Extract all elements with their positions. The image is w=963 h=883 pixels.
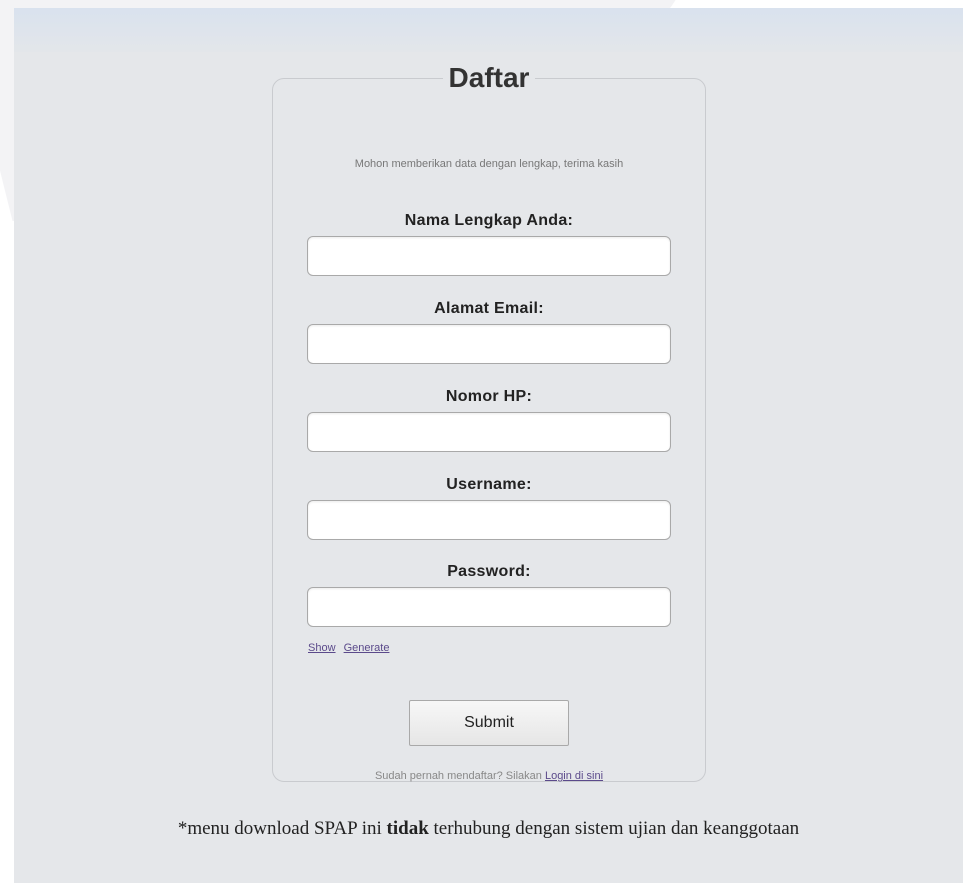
generate-password-link[interactable]: Generate xyxy=(344,642,390,654)
email-label: Alamat Email: xyxy=(434,300,544,317)
footnote-suffix: terhubung dengan sistem ujian dan keangg… xyxy=(433,818,800,839)
nama-input[interactable] xyxy=(307,236,671,276)
password-links: Show Generate xyxy=(308,642,394,654)
username-input[interactable] xyxy=(307,500,671,540)
footnote-emphasis: tidak xyxy=(386,818,429,839)
password-input[interactable] xyxy=(307,587,671,627)
nama-label: Nama Lengkap Anda: xyxy=(404,212,574,229)
page: Daftar Mohon memberikan data dengan leng… xyxy=(0,0,963,883)
password-label: Password: xyxy=(447,563,531,580)
show-password-link[interactable]: Show xyxy=(308,642,336,654)
email-input[interactable] xyxy=(307,324,671,364)
footnote: *menu download SPAP ini tidak terhubung … xyxy=(14,818,963,840)
panel-header-band xyxy=(14,8,963,52)
form-intro-text: Mohon memberikan data dengan lengkap, te… xyxy=(354,158,624,170)
footnote-prefix: *menu download SPAP ini xyxy=(177,818,382,839)
content-panel: Daftar Mohon memberikan data dengan leng… xyxy=(14,8,963,883)
login-prompt-text: Sudah pernah mendaftar? Silakan xyxy=(374,770,542,782)
username-label: Username: xyxy=(446,476,532,493)
submit-button[interactable]: Submit xyxy=(409,700,569,746)
nomor-hp-label: Nomor HP: xyxy=(445,388,533,405)
login-link[interactable]: Login di sini xyxy=(545,770,603,782)
nomor-hp-input[interactable] xyxy=(307,412,671,452)
registration-form: Daftar Mohon memberikan data dengan leng… xyxy=(272,62,706,782)
login-prompt: Sudah pernah mendaftar? Silakan Login di… xyxy=(273,770,705,782)
form-title: Daftar xyxy=(448,62,530,93)
